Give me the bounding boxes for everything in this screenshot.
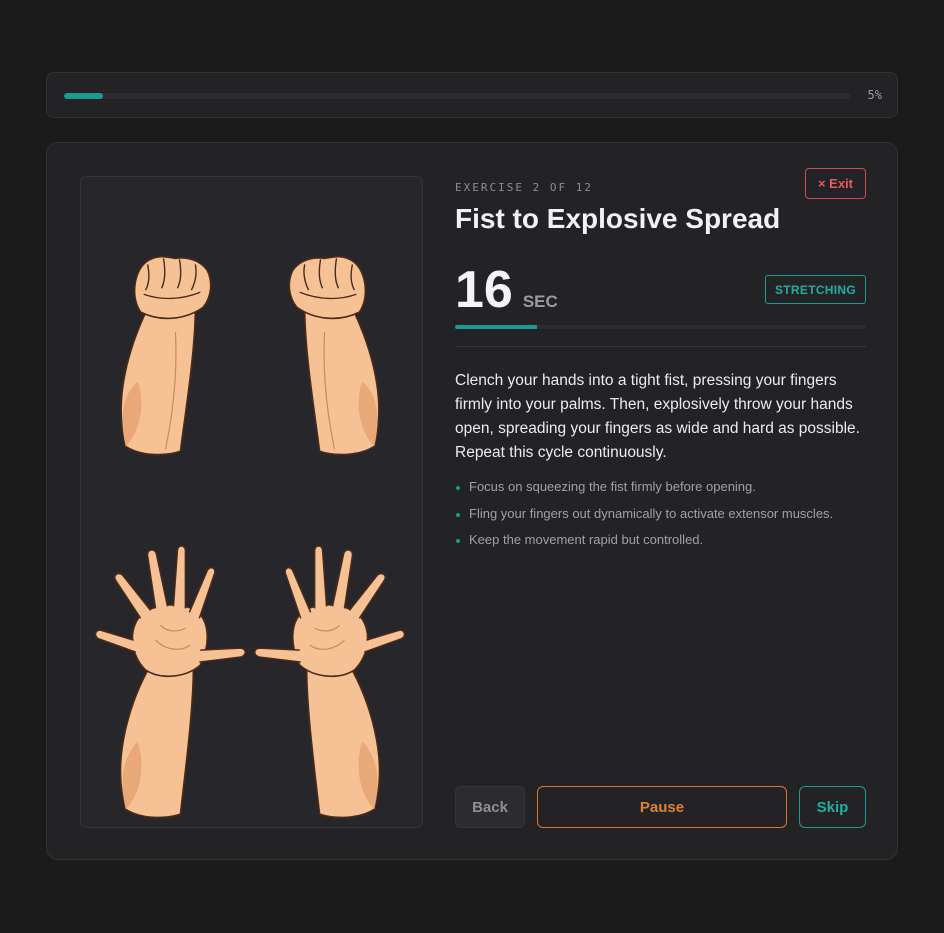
exercise-title: Fist to Explosive Spread <box>455 203 781 234</box>
left-fist-icon <box>120 255 212 456</box>
tip-item: Focus on squeezing the fist firmly befor… <box>455 478 866 496</box>
divider <box>455 346 866 347</box>
category-badge: STRETCHING <box>765 275 866 304</box>
tips-list: Focus on squeezing the fist firmly befor… <box>455 478 866 558</box>
tip-item: Keep the movement rapid but controlled. <box>455 531 866 549</box>
back-button[interactable]: Back <box>455 786 525 828</box>
tip-text: Fling your fingers out dynamically to ac… <box>469 505 834 521</box>
exercise-counter: EXERCISE 2 OF 12 <box>455 181 593 194</box>
exercise-description: Clench your hands into a tight fist, pre… <box>455 372 860 461</box>
exercise-details: EXERCISE 2 OF 12 × Exit Fist to Explosiv… <box>455 168 866 828</box>
bullet-icon <box>456 486 460 490</box>
overall-progress-fill <box>64 93 104 99</box>
overall-progress: 5% <box>46 72 898 118</box>
exercise-illustration <box>80 176 423 828</box>
pause-button[interactable]: Pause <box>537 786 787 828</box>
tip-text: Keep the movement rapid but controlled. <box>469 532 704 547</box>
skip-button[interactable]: Skip <box>799 786 866 828</box>
right-fist-icon <box>288 255 380 456</box>
exit-button[interactable]: × Exit <box>805 168 866 199</box>
exercise-timer: 16 SEC <box>455 264 558 316</box>
bullet-icon <box>456 512 460 517</box>
tip-text: Focus on squeezing the fist firmly befor… <box>469 479 756 494</box>
left-open-hand-icon <box>94 545 247 819</box>
tip-item: Fling your fingers out dynamically to ac… <box>455 505 866 523</box>
overall-progress-track <box>64 93 851 99</box>
timer-unit: SEC <box>522 292 558 311</box>
overall-progress-label: 5% <box>867 88 882 102</box>
timer-progress-fill <box>455 325 538 329</box>
bullet-icon <box>456 539 460 543</box>
exercise-card: EXERCISE 2 OF 12 × Exit Fist to Explosiv… <box>46 142 898 860</box>
timer-value: 16 <box>455 261 513 319</box>
timer-progress-track <box>455 325 866 329</box>
right-open-hand-icon <box>253 545 406 819</box>
